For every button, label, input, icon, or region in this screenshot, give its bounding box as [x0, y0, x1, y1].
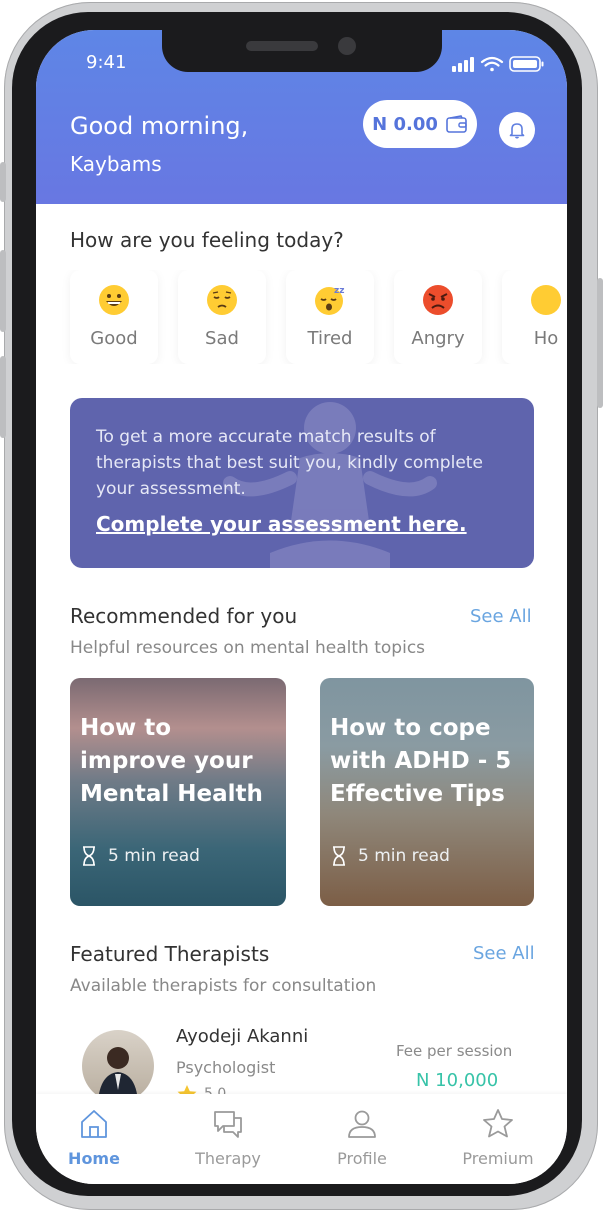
- hourglass-icon: [83, 846, 95, 866]
- nav-item-premium[interactable]: Premium: [438, 1094, 558, 1184]
- notifications-button[interactable]: [499, 112, 535, 148]
- bottom-navigation: Home Therapy Profile Premium: [36, 1094, 567, 1184]
- volume-up-button: [0, 250, 6, 332]
- nav-item-therapy[interactable]: Therapy: [168, 1094, 288, 1184]
- wallet-button[interactable]: N 0.00: [363, 100, 477, 148]
- featured-see-all-link[interactable]: See All: [473, 943, 535, 964]
- therapist-photo-image: [98, 1047, 138, 1102]
- featured-title: Featured Therapists: [70, 942, 270, 966]
- mood-item-sad[interactable]: Sad: [178, 270, 266, 364]
- assessment-banner: To get a more accurate match results of …: [70, 398, 534, 568]
- partial-emoji-icon: [531, 285, 561, 315]
- recommended-title: Recommended for you: [70, 604, 298, 628]
- nav-item-profile[interactable]: Profile: [302, 1094, 422, 1184]
- wallet-icon: [446, 115, 467, 133]
- mood-label: Tired: [307, 328, 353, 349]
- mood-item-good[interactable]: Good: [70, 270, 158, 364]
- star-icon: [483, 1109, 513, 1138]
- article-read-time: 5 min read: [332, 846, 450, 866]
- wallet-balance: N 0.00: [372, 113, 438, 135]
- article-card-adhd[interactable]: How to cope with ADHD - 5 Effective Tips…: [320, 678, 534, 906]
- mood-label: Angry: [411, 328, 465, 349]
- front-camera: [338, 37, 356, 55]
- mood-title: How are you feeling today?: [70, 228, 344, 252]
- volume-down-button: [0, 356, 6, 438]
- mood-selector: Good Sad zz Tired Angry Ho: [36, 270, 567, 364]
- hourglass-icon: [333, 846, 345, 866]
- mood-label: Ho: [533, 328, 559, 349]
- nav-label: Profile: [337, 1149, 387, 1168]
- mood-item-partial[interactable]: Ho: [502, 270, 567, 364]
- recommended-subtitle: Helpful resources on mental health topic…: [70, 638, 426, 658]
- bell-icon: [509, 123, 525, 139]
- mood-item-tired[interactable]: zz Tired: [286, 270, 374, 364]
- svg-text:zz: zz: [334, 286, 344, 296]
- article-read-time: 5 min read: [82, 846, 200, 866]
- notch: [162, 30, 442, 72]
- therapist-name[interactable]: Ayodeji Akanni: [176, 1026, 308, 1047]
- mood-label: Good: [90, 328, 138, 349]
- mute-switch: [0, 162, 6, 202]
- article-title: How to improve your Mental Health: [80, 715, 263, 807]
- article-title: How to cope with ADHD - 5 Effective Tips: [330, 715, 512, 807]
- user-name: Kaybams: [70, 152, 162, 176]
- greeting-text: Good morning,: [70, 112, 249, 140]
- featured-subtitle: Available therapists for consultation: [70, 976, 377, 996]
- pensive-face-icon: [207, 285, 237, 315]
- read-time-text: 5 min read: [108, 846, 200, 866]
- therapist-role: Psychologist: [176, 1058, 276, 1077]
- wifi-icon: [480, 56, 504, 72]
- chat-icon: [214, 1111, 242, 1138]
- home-icon: [81, 1110, 107, 1138]
- mood-item-angry[interactable]: Angry: [394, 270, 482, 364]
- status-time: 9:41: [86, 52, 127, 73]
- power-button: [597, 278, 603, 408]
- user-icon: [348, 1110, 376, 1138]
- signal-icon: [452, 57, 474, 72]
- fee-value: N 10,000: [416, 1070, 499, 1091]
- app-screen: 9:41 Good morning, Kaybams N 0.00 How ar…: [36, 30, 567, 1184]
- status-icons: [452, 56, 544, 72]
- assessment-link[interactable]: Complete your assessment here.: [96, 512, 467, 536]
- nav-item-home[interactable]: Home: [36, 1094, 154, 1184]
- grinning-face-icon: [99, 285, 129, 315]
- battery-icon: [509, 56, 544, 72]
- nav-label: Premium: [462, 1149, 534, 1168]
- recommended-see-all-link[interactable]: See All: [470, 606, 532, 627]
- fee-label: Fee per session: [396, 1042, 513, 1060]
- nav-label: Therapy: [195, 1149, 261, 1168]
- mood-label: Sad: [205, 328, 239, 349]
- read-time-text: 5 min read: [358, 846, 450, 866]
- article-card-mental-health[interactable]: How to improve your Mental Health 5 min …: [70, 678, 286, 906]
- nav-label: Home: [68, 1149, 120, 1168]
- angry-face-icon: [423, 285, 453, 315]
- speaker-grill: [246, 41, 318, 51]
- assessment-text: To get a more accurate match results of …: [96, 427, 483, 499]
- sleeping-face-icon: zz: [315, 286, 344, 315]
- therapist-avatar[interactable]: [82, 1030, 154, 1102]
